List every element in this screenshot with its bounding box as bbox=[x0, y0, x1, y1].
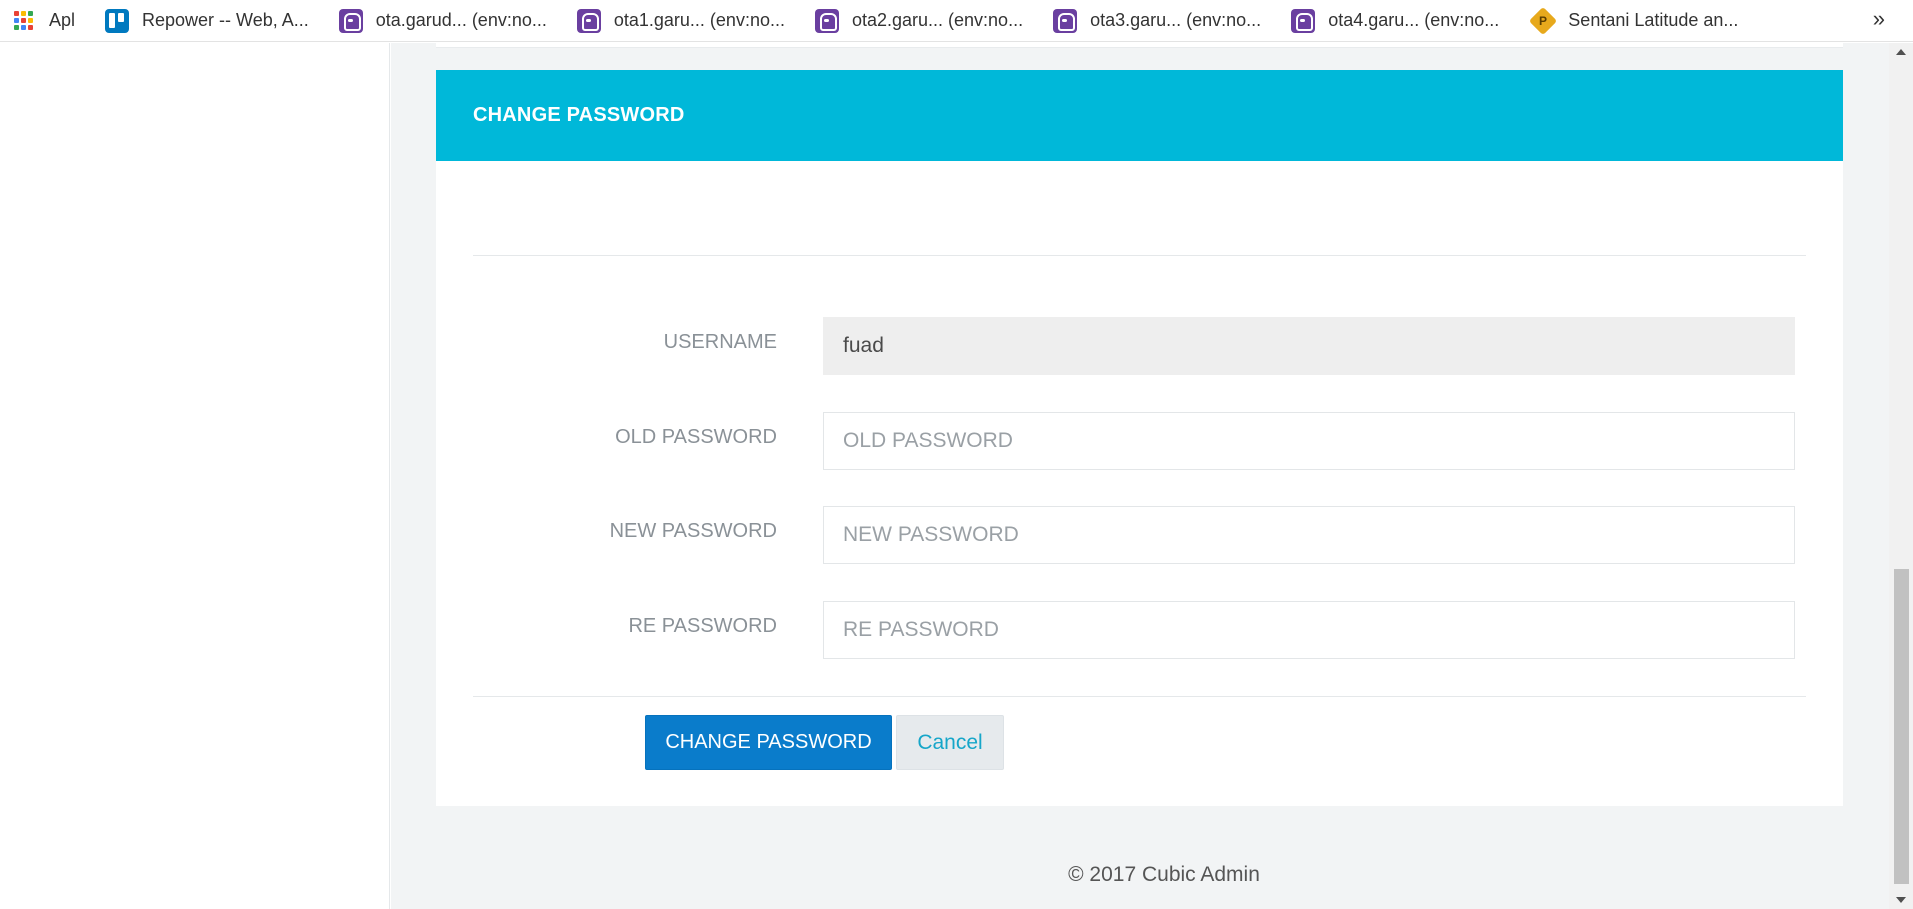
username-field[interactable]: fuad bbox=[823, 317, 1795, 375]
bookmarks-bar: Apl Repower -- Web, A... ota.garud... (e… bbox=[0, 0, 1913, 42]
bookmark-label: ota1.garu... (env:no... bbox=[613, 10, 785, 30]
bookmark-ota3[interactable]: ota3.garu... (env:no... bbox=[1053, 8, 1262, 33]
bookmark-ota[interactable]: ota.garud... (env:no... bbox=[338, 8, 547, 33]
bookmark-label: ota.garud... (env:no... bbox=[375, 10, 547, 30]
old-password-field[interactable]: OLD PASSWORD bbox=[823, 412, 1795, 470]
bookmark-label: ota4.garu... (env:no... bbox=[1328, 10, 1500, 30]
apps-grid-icon bbox=[14, 11, 33, 30]
main-content: CHANGE PASSWORD USERNAME fuad OLD PASSWO… bbox=[391, 43, 1889, 909]
re-password-field[interactable]: RE PASSWORD bbox=[823, 601, 1795, 659]
bookmark-sentani[interactable]: P Sentani Latitude an... bbox=[1529, 6, 1739, 35]
datadog-icon bbox=[576, 8, 601, 33]
new-password-label: NEW PASSWORD bbox=[609, 520, 777, 542]
old-password-label: OLD PASSWORD bbox=[615, 426, 777, 448]
re-password-row: RE PASSWORD RE PASSWORD bbox=[436, 601, 1843, 659]
new-password-field[interactable]: NEW PASSWORD bbox=[823, 506, 1795, 564]
panel-title: CHANGE PASSWORD bbox=[473, 104, 685, 126]
bookmark-repower[interactable]: Repower -- Web, A... bbox=[105, 8, 309, 33]
sidebar bbox=[0, 43, 390, 909]
panel-header: CHANGE PASSWORD bbox=[436, 70, 1843, 161]
change-password-panel: CHANGE PASSWORD USERNAME fuad OLD PASSWO… bbox=[436, 70, 1843, 806]
datadog-icon bbox=[814, 8, 839, 33]
new-password-row: NEW PASSWORD NEW PASSWORD bbox=[436, 506, 1843, 564]
change-password-button[interactable]: CHANGE PASSWORD bbox=[645, 715, 892, 770]
bookmark-ota2[interactable]: ota2.garu... (env:no... bbox=[814, 8, 1024, 33]
scroll-up-icon[interactable] bbox=[1896, 49, 1906, 55]
bookmarks-overflow-button[interactable]: » bbox=[1873, 6, 1885, 32]
bookmark-label: Apl bbox=[49, 10, 76, 30]
cancel-button[interactable]: Cancel bbox=[896, 715, 1004, 770]
bookmark-label: Sentani Latitude an... bbox=[1568, 10, 1739, 30]
bookmark-label: ota2.garu... (env:no... bbox=[851, 10, 1024, 30]
divider bbox=[473, 696, 1806, 697]
scrollbar-thumb[interactable] bbox=[1894, 569, 1909, 884]
bookmark-label: Repower -- Web, A... bbox=[142, 10, 309, 30]
diamond-p-icon: P bbox=[1529, 6, 1558, 35]
username-row: USERNAME fuad bbox=[436, 317, 1843, 375]
scroll-down-icon[interactable] bbox=[1896, 897, 1906, 903]
previous-panel-edge bbox=[436, 43, 1843, 48]
bookmark-label: ota3.garu... (env:no... bbox=[1090, 10, 1262, 30]
scrollbar[interactable] bbox=[1889, 43, 1913, 909]
datadog-icon bbox=[338, 8, 363, 33]
datadog-icon bbox=[1053, 8, 1078, 33]
trello-icon bbox=[105, 8, 130, 33]
old-password-row: OLD PASSWORD OLD PASSWORD bbox=[436, 412, 1843, 470]
re-password-label: RE PASSWORD bbox=[628, 615, 777, 637]
datadog-icon bbox=[1291, 8, 1316, 33]
divider bbox=[473, 255, 1806, 256]
bookmark-ota4[interactable]: ota4.garu... (env:no... bbox=[1291, 8, 1500, 33]
footer-copyright: © 2017 Cubic Admin bbox=[1068, 863, 1260, 886]
bookmark-ota1[interactable]: ota1.garu... (env:no... bbox=[576, 8, 785, 33]
bookmark-apps[interactable]: Apl bbox=[14, 10, 75, 31]
username-label: USERNAME bbox=[663, 331, 777, 353]
